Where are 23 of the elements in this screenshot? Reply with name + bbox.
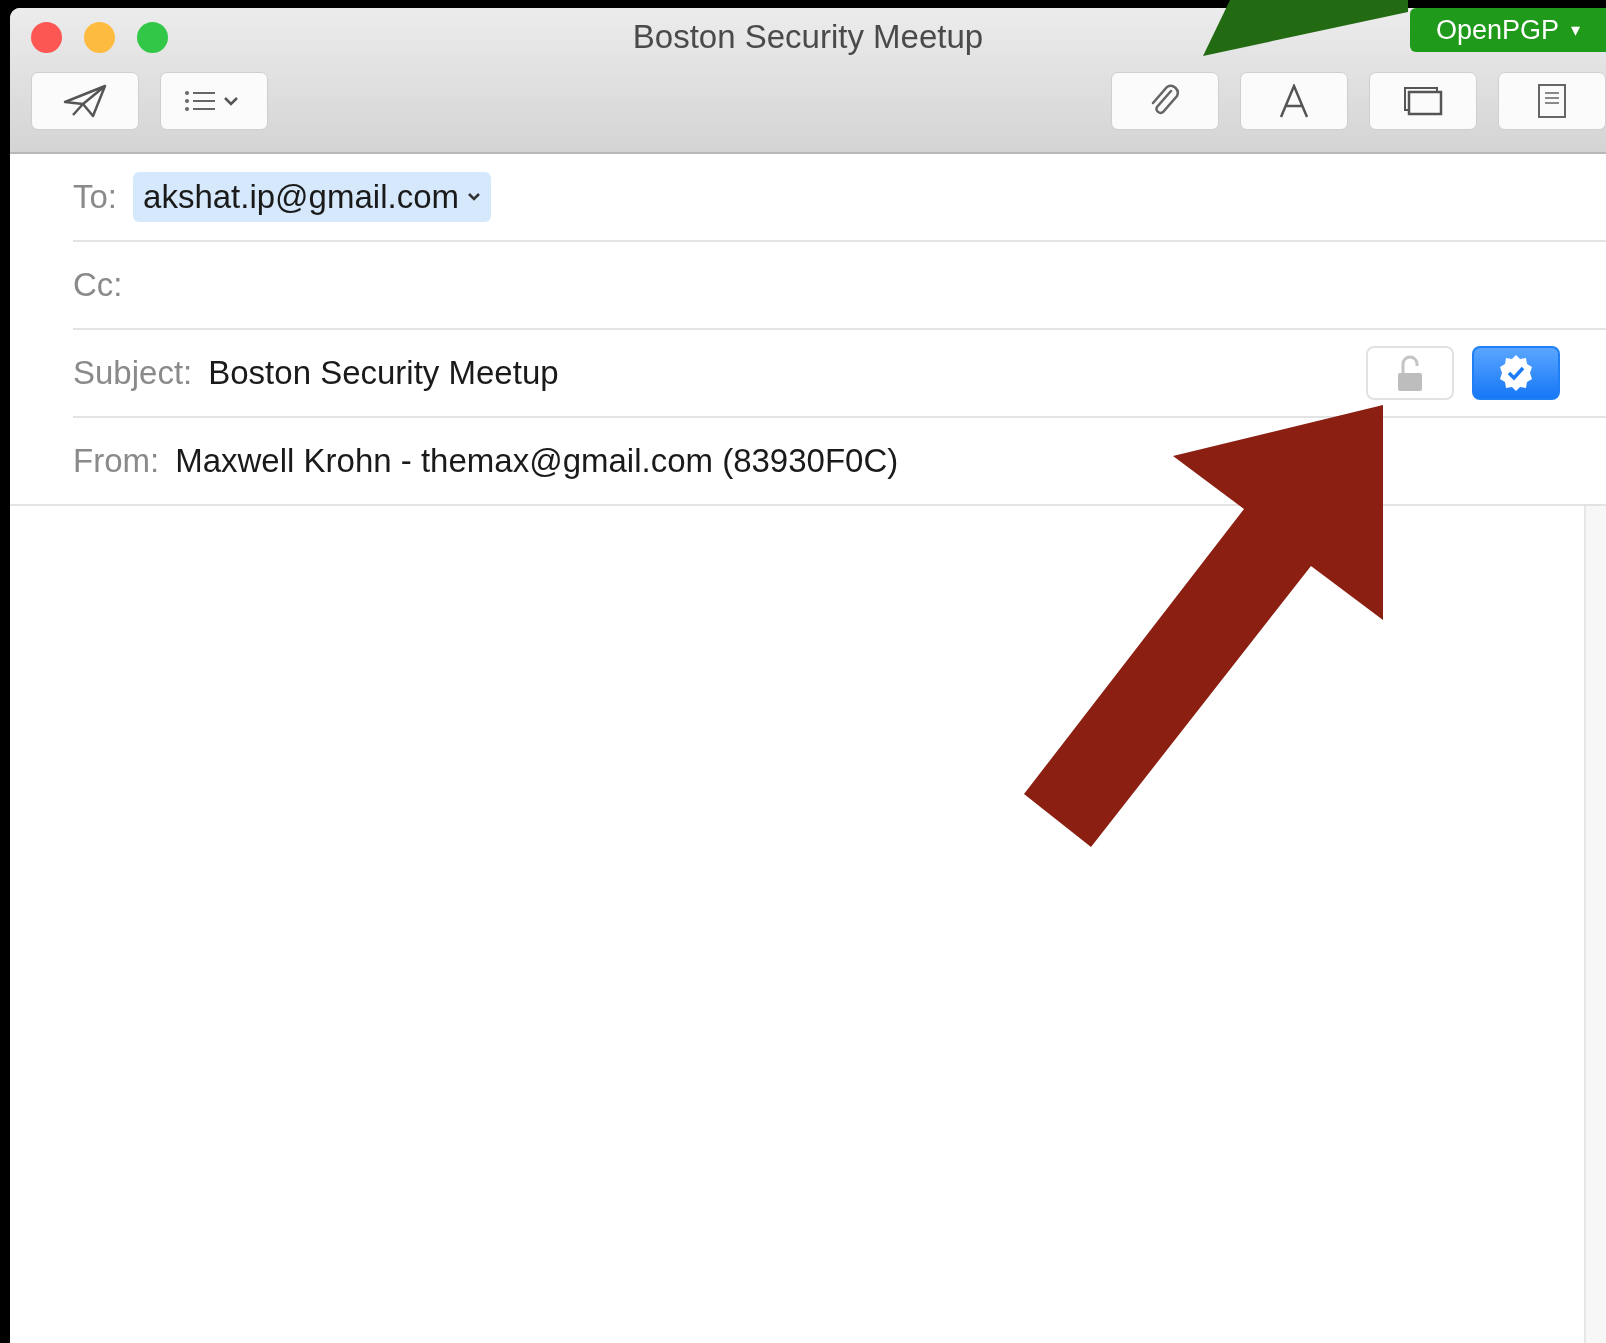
letter-a-icon (1279, 84, 1309, 118)
document-icon (1537, 83, 1567, 119)
format-button[interactable] (1240, 72, 1348, 130)
field-label: To: (73, 178, 118, 216)
window-title: Boston Security Meetup (632, 18, 984, 56)
field-label: Subject: (73, 354, 193, 392)
openpgp-button[interactable]: OpenPGP ▾ (1410, 8, 1606, 52)
recipient-token[interactable]: akshat.ip@gmail.com (133, 172, 491, 222)
send-button[interactable] (31, 72, 139, 130)
sender-value[interactable]: Maxwell Krohn - themax@gmail.com (83930F0C) (175, 442, 899, 480)
stationery-button[interactable] (1498, 72, 1606, 130)
field-label: From: (73, 442, 160, 480)
field-label: Cc: (73, 266, 123, 304)
sign-button[interactable] (1472, 346, 1560, 400)
header-fields-button[interactable] (160, 72, 268, 130)
attach-button[interactable] (1111, 72, 1219, 130)
windows-icon (1403, 86, 1443, 116)
browser-button[interactable] (1369, 72, 1477, 130)
subject-value[interactable]: Boston Security Meetup (208, 354, 559, 392)
paper-plane-icon (63, 84, 107, 118)
close-button[interactable] (31, 21, 62, 53)
open-padlock-icon (1395, 353, 1425, 393)
chevron-icon (467, 192, 481, 202)
